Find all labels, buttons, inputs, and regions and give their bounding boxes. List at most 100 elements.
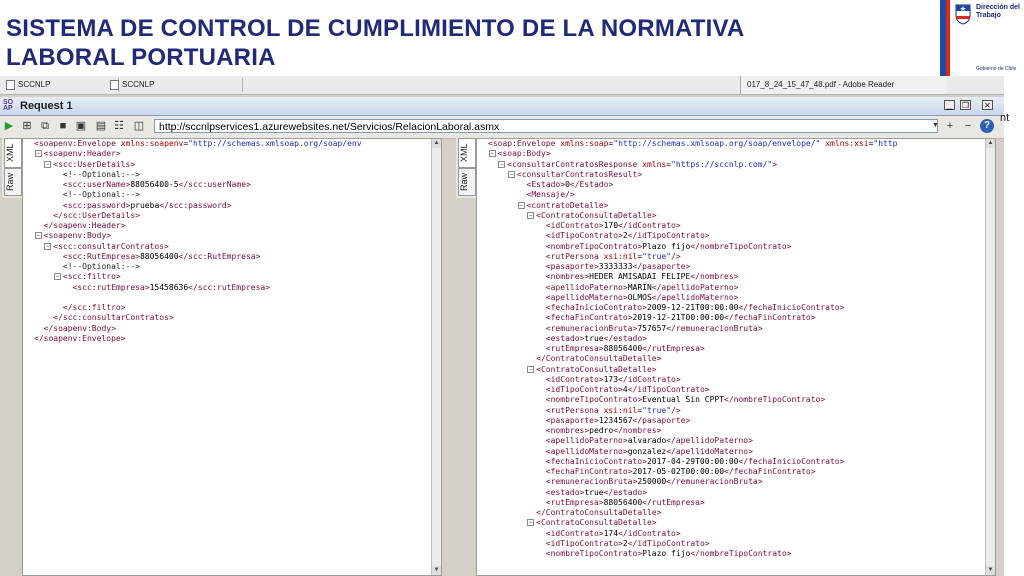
code-line: <estado>true</estado> xyxy=(545,333,647,343)
code-line: <rutEmpresa>88056400</rutEmpresa> xyxy=(545,497,705,507)
taskbar: SCCNLP SCCNLP 017_8_24_15_47_48.pdf - Ad… xyxy=(0,76,1004,95)
code-line: <apellidoPaterno>MARÍN</apellidoPaterno> xyxy=(545,282,739,292)
collapse-icon[interactable]: − xyxy=(517,201,525,209)
code-line: <idTipoContrato>2</idTipoContrato> xyxy=(545,538,710,548)
code-line: <nombres>HEDER AMISADAI FELIPE</nombres> xyxy=(545,272,739,282)
code-line: − <scc:UserDetails> xyxy=(44,159,136,169)
logo-line1: Dirección del xyxy=(976,4,1020,11)
code-line: </soapenv:Body> xyxy=(43,323,116,333)
code-line: <nombreTipoContrato>Eventual Sin CPPT</n… xyxy=(545,395,826,405)
code-line: − <contratoDetalle> xyxy=(517,200,609,210)
collapse-icon[interactable]: − xyxy=(488,150,496,158)
background-window-text: nt xyxy=(1000,112,1010,124)
slide-title: SISTEMA DE CONTROL DE CUMPLIMIENTO DE LA… xyxy=(6,14,886,72)
code-line: − <consultarContratosResponse xmlns="http… xyxy=(498,159,778,169)
response-scrollbar[interactable]: ▲ ▼ xyxy=(985,139,995,575)
code-line: <nombres>pedro</nombres> xyxy=(545,426,662,435)
code-line: <scc:rutEmpresa>15458636</scc:rutEmpresa… xyxy=(72,282,271,292)
code-line: − <ContratoConsultaDetalle> xyxy=(527,364,657,374)
document-icon xyxy=(110,80,119,90)
tab-request-xml[interactable]: XML xyxy=(4,138,22,168)
slide-title-line1: SISTEMA DE CONTROL DE CUMPLIMIENTO DE LA… xyxy=(6,15,745,42)
code-line: <pasaporte>3333333</pasaporte> xyxy=(545,262,691,271)
code-line: − <soapenv:Body> xyxy=(34,231,112,241)
minimize-button[interactable]: ▁ xyxy=(944,100,955,110)
code-line: <nombreTipoContrato>Plazo fijo</nombreTi… xyxy=(545,241,792,251)
endpoint-url-input[interactable]: http://sccnlpservices1.azurewebsites.net… xyxy=(154,119,938,133)
request-toolbar: ▶ ⊞ ⧉ ■ ▣ ▤ ☷ ◫ http://sccnlpservices1.a… xyxy=(0,116,1004,139)
close-button[interactable]: ✕ xyxy=(982,100,993,110)
code-line: <fechaFinContrato>2019-12-21T00:00:00</f… xyxy=(545,313,816,323)
run-icon[interactable]: ▶ xyxy=(3,120,15,132)
code-line: <estado>true</estado> xyxy=(545,487,647,497)
layout-icon[interactable]: ▤ xyxy=(95,120,107,132)
response-view-tabs: XML Raw xyxy=(456,138,476,198)
request-scrollbar[interactable]: ▲ ▼ xyxy=(431,139,441,575)
collapse-icon[interactable]: − xyxy=(53,273,61,281)
chevron-down-icon[interactable]: ▼ xyxy=(930,119,941,133)
code-line: <idTipoContrato>2</idTipoContrato> xyxy=(545,231,710,241)
request-title: Request 1 xyxy=(20,100,73,112)
code-line: <rutPersona xsi:nil="true"/> xyxy=(545,251,681,261)
gobierno-logo: Dirección del Trabajo Gobierno de Chile xyxy=(940,0,1024,76)
code-line: <scc:userName>88056400-5</scc:userName> xyxy=(62,180,251,189)
collapse-icon[interactable]: − xyxy=(44,242,52,250)
background-window-strip xyxy=(1004,76,1024,576)
code-line: <pasaporte>1234567</pasaporte> xyxy=(545,415,691,425)
request-xml-editor[interactable]: <soapenv:Envelope xmlns:soapenv="http://… xyxy=(22,138,442,576)
code-line: <idContrato>173</idContrato> xyxy=(545,374,681,384)
soap-request-icon: SO AP xyxy=(3,99,14,112)
taskbar-tab-2-label: SCCNLP xyxy=(122,80,155,89)
remove-icon[interactable]: − xyxy=(962,120,974,132)
code-line: <!--Optional:--> xyxy=(62,262,140,271)
stop-icon[interactable]: ■ xyxy=(57,120,69,132)
code-line: </ContratoConsultaDetalle> xyxy=(536,508,662,517)
code-line: − <ContratoConsultaDetalle> xyxy=(527,210,657,220)
code-line: </soapenv:Envelope> xyxy=(34,333,126,343)
taskbar-tab-2[interactable]: SCCNLP xyxy=(108,78,243,92)
taskbar-tab-1[interactable]: SCCNLP xyxy=(4,78,119,92)
properties-icon[interactable]: ☷ xyxy=(113,120,125,132)
tab-request-raw[interactable]: Raw xyxy=(4,168,22,196)
endpoint-icon[interactable]: ◫ xyxy=(133,120,145,132)
code-line: </scc:consultarContratos> xyxy=(53,313,174,323)
tab-response-raw[interactable]: Raw xyxy=(458,168,476,196)
code-line: <nombreTipoContrato>Plazo fijo</nombreTi… xyxy=(545,549,792,558)
scroll-down-icon[interactable]: ▼ xyxy=(986,566,995,575)
code-line: <apellidoMaterno>OLMOS</apellidoMaterno> xyxy=(545,292,739,302)
collapse-icon[interactable]: − xyxy=(507,170,515,178)
collapse-icon[interactable]: − xyxy=(527,211,535,219)
code-line: <idContrato>170</idContrato> xyxy=(545,221,681,230)
maximize-button[interactable]: ❐ xyxy=(960,100,971,110)
code-line: <remuneracionBruta>757657</remuneracionB… xyxy=(545,323,763,333)
code-line: <fechaInicioContrato>2017-04-29T00:00:00… xyxy=(545,456,845,466)
collapse-icon[interactable]: − xyxy=(34,232,42,240)
code-line: − <scc:filtro> xyxy=(53,272,121,282)
tab-response-xml[interactable]: XML xyxy=(458,138,476,168)
code-line: <soapenv:Envelope xmlns:soapenv="http://… xyxy=(34,139,362,148)
code-line: </scc:filtro> xyxy=(62,303,126,312)
scroll-up-icon[interactable]: ▲ xyxy=(432,139,441,148)
clone-icon[interactable]: ⧉ xyxy=(39,120,51,132)
code-line: <fechaFinContrato>2017-05-02T00:00:00</f… xyxy=(545,467,816,476)
coat-of-arms-icon xyxy=(955,4,971,25)
code-line: <fechaInicioContrato>2009-12-21T00:00:00… xyxy=(545,303,845,312)
collapse-icon[interactable]: − xyxy=(34,150,42,158)
code-line: − <ContratoConsultaDetalle> xyxy=(527,518,657,528)
add-step-icon[interactable]: ⊞ xyxy=(21,120,33,132)
collapse-icon[interactable]: − xyxy=(527,519,535,527)
add-icon[interactable]: + xyxy=(944,120,956,132)
collapse-icon[interactable]: − xyxy=(498,160,506,168)
scroll-down-icon[interactable]: ▼ xyxy=(432,566,441,575)
code-line: <idContrato>174</idContrato> xyxy=(545,528,681,538)
adobe-reader-tab[interactable]: 017_8_24_15_47_48.pdf - Adobe Reader xyxy=(740,76,947,94)
code-line: − <consultarContratosResult> xyxy=(507,169,643,179)
response-xml-editor[interactable]: <soap:Envelope xmlns:soap="http://schema… xyxy=(476,138,996,576)
help-icon[interactable]: ? xyxy=(980,119,994,133)
scroll-up-icon[interactable]: ▲ xyxy=(986,139,995,148)
window-icon[interactable]: ▣ xyxy=(75,120,87,132)
collapse-icon[interactable]: − xyxy=(527,365,535,373)
soapui-window: SCCNLP SCCNLP 017_8_24_15_47_48.pdf - Ad… xyxy=(0,76,1004,576)
collapse-icon[interactable]: − xyxy=(44,160,52,168)
